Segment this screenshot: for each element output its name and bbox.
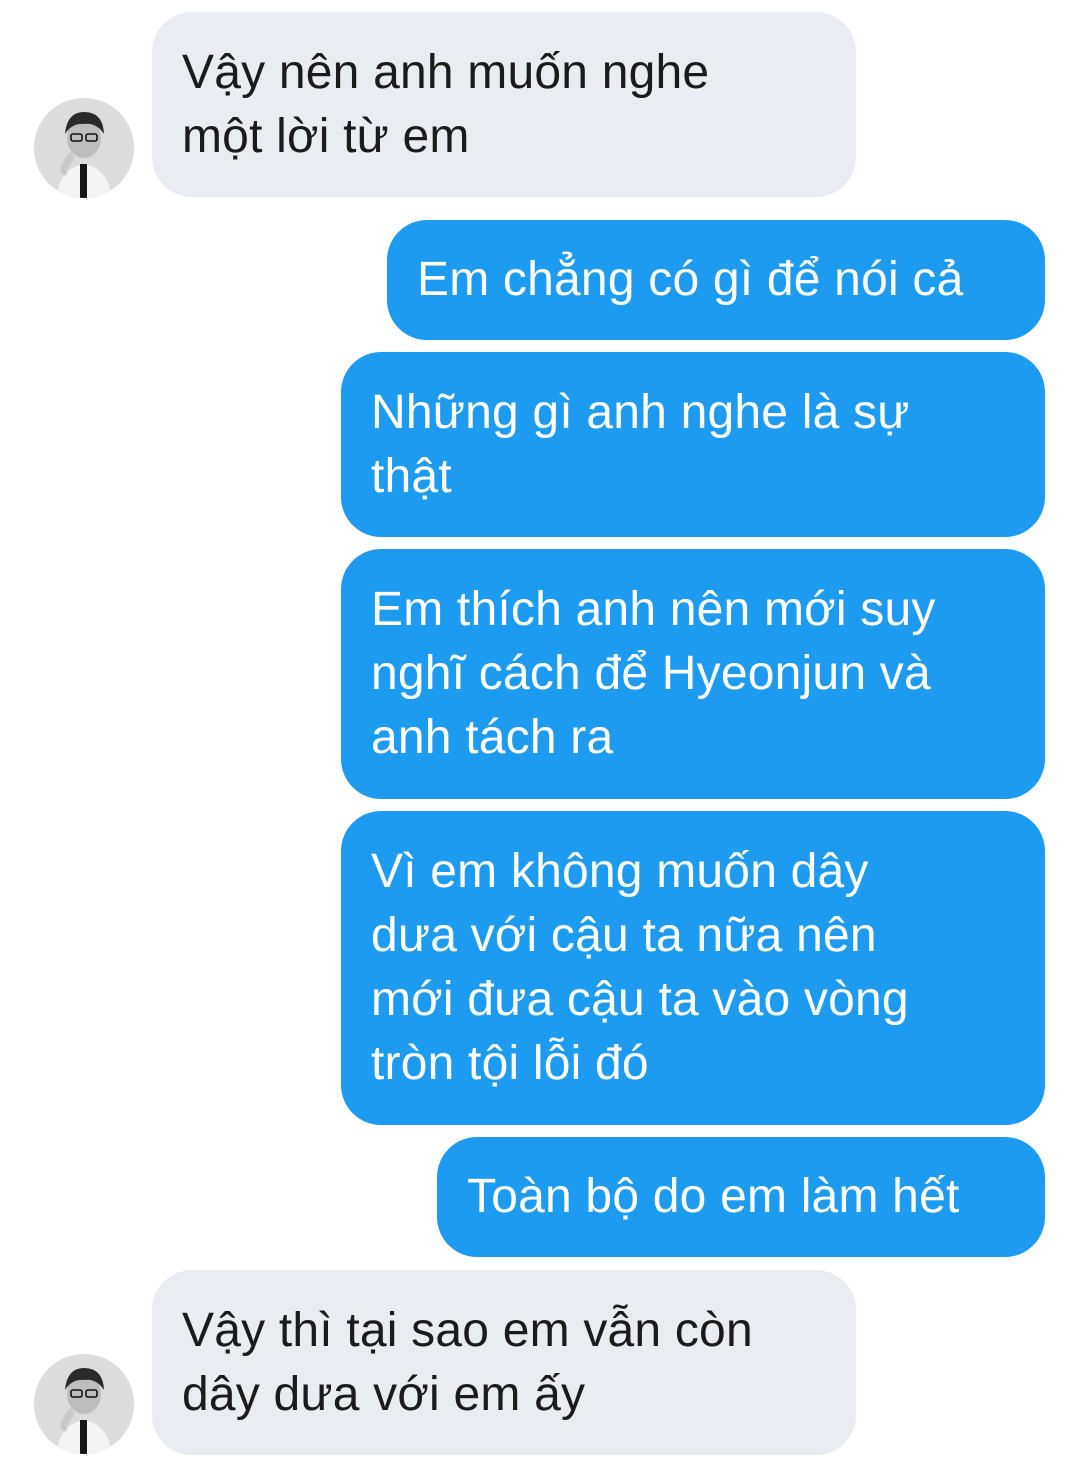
message-bubble-incoming[interactable]: Vậy thì tại sao em vẫn còn dây dưa với e… <box>152 1270 856 1455</box>
message-bubble-incoming[interactable]: Vậy nên anh muốn nghe một lời từ em <box>152 12 856 197</box>
contact-avatar[interactable] <box>34 98 134 198</box>
message-bubble-outgoing[interactable]: Vì em không muốn dây dưa với cậu ta nữa … <box>341 811 1045 1125</box>
message-bubble-outgoing[interactable]: Toàn bộ do em làm hết <box>437 1137 1045 1257</box>
contact-avatar[interactable] <box>34 1354 134 1454</box>
message-bubble-outgoing[interactable]: Em thích anh nên mới suy nghĩ cách để Hy… <box>341 549 1045 799</box>
message-bubble-outgoing[interactable]: Những gì anh nghe là sự thật <box>341 352 1045 537</box>
message-bubble-outgoing[interactable]: Em chẳng có gì để nói cả <box>387 220 1045 340</box>
